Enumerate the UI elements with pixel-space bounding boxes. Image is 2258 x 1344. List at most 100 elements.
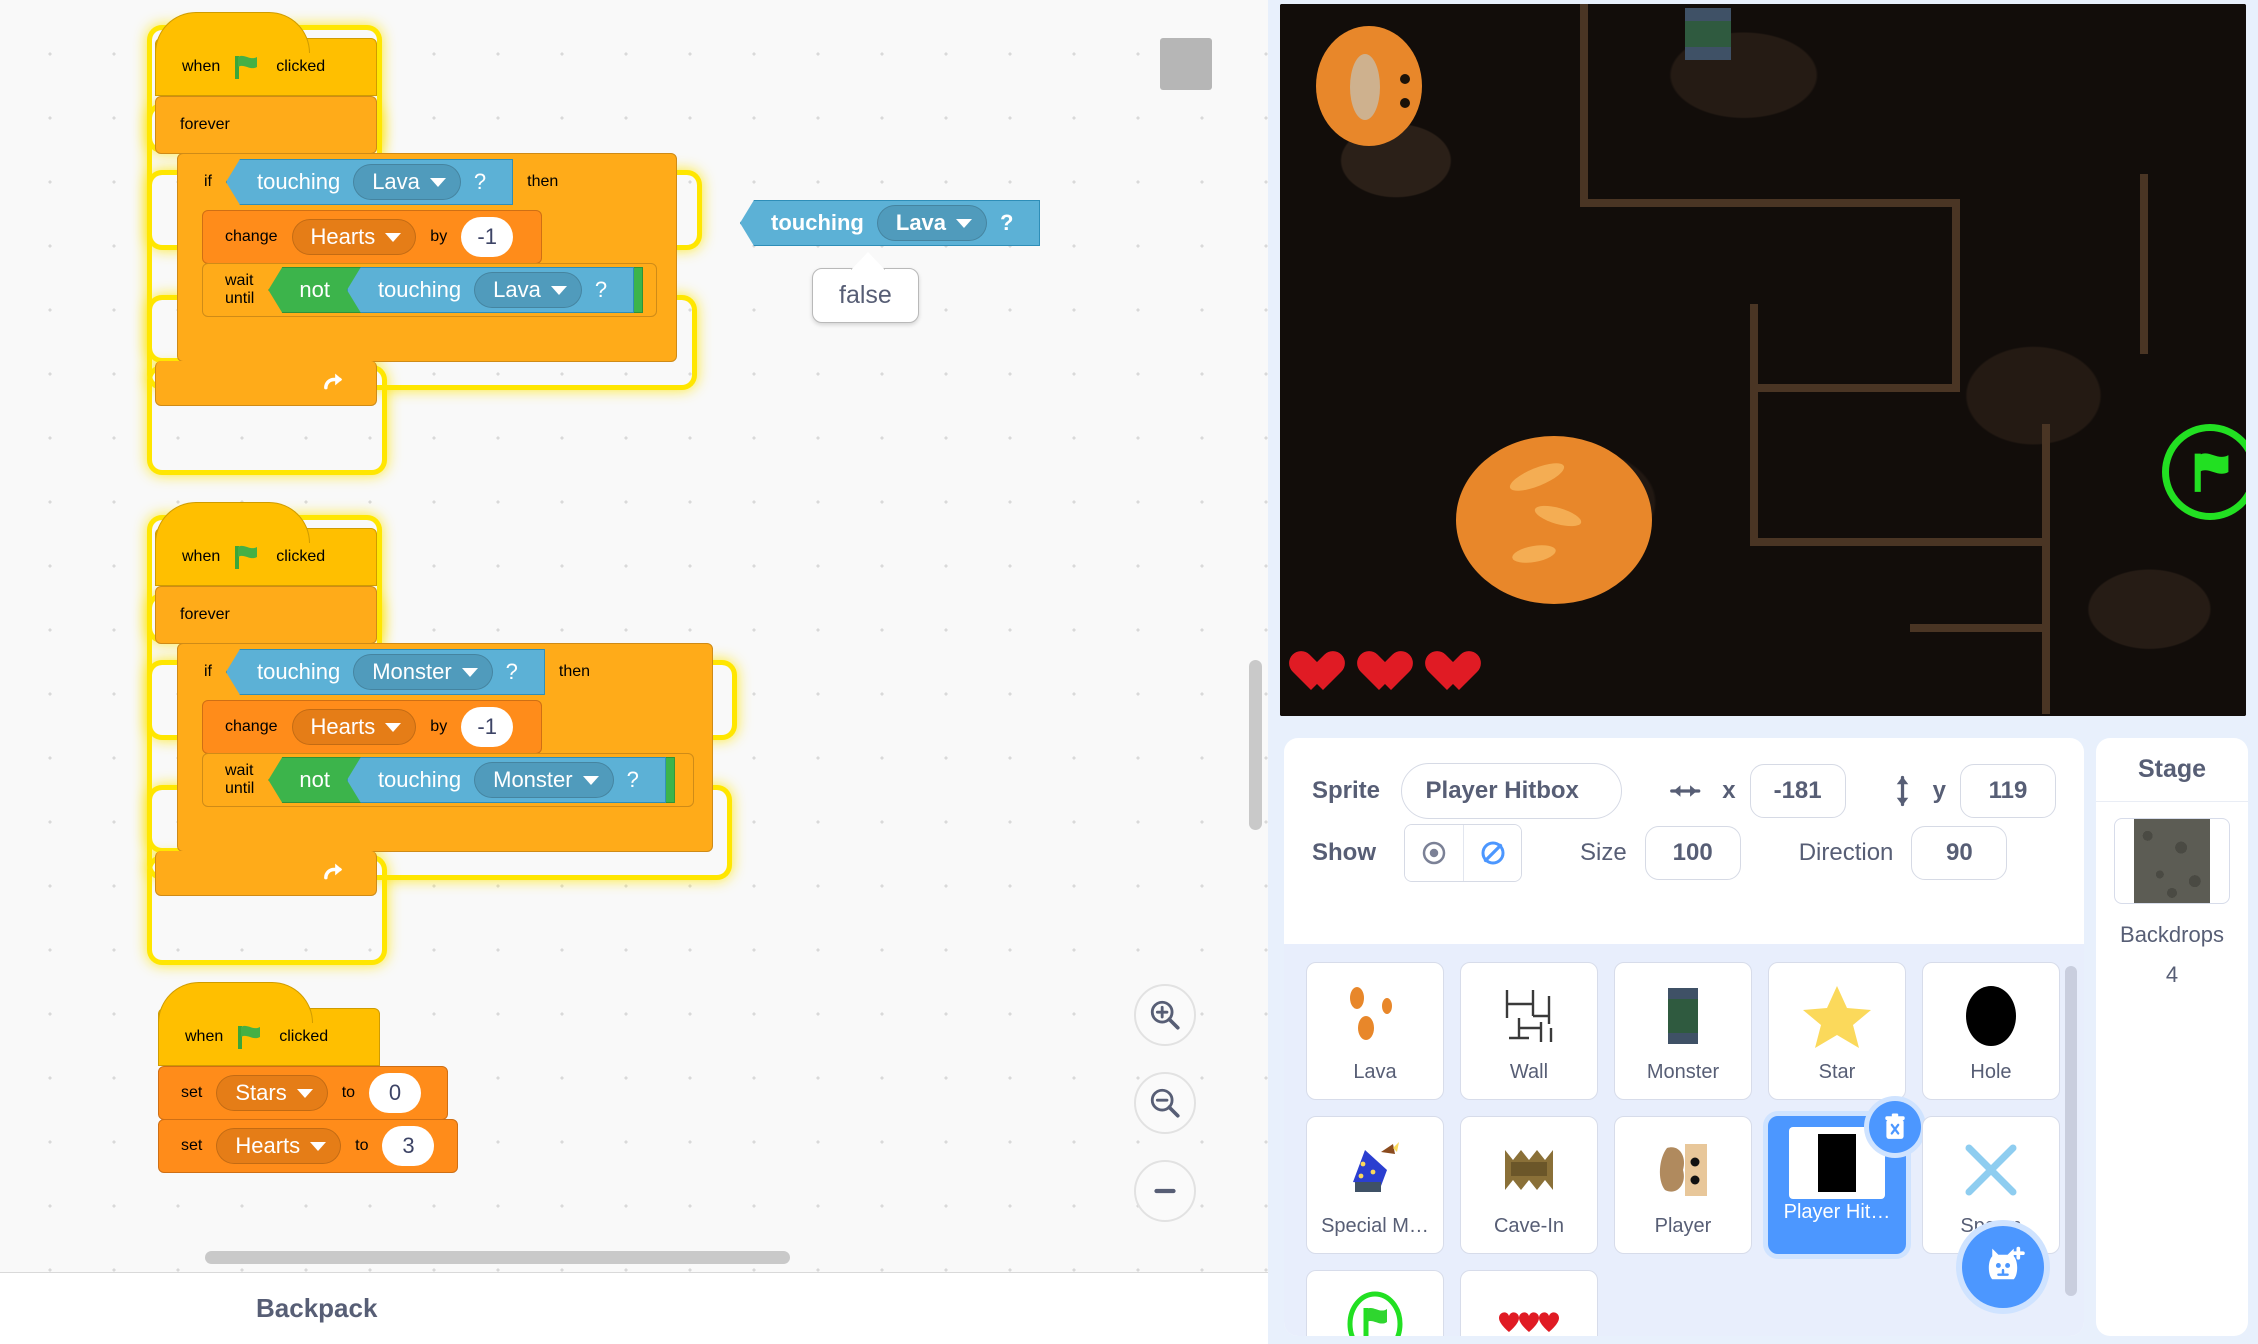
zoom-out-button[interactable] <box>1134 1072 1196 1134</box>
touching-label: touching <box>257 659 341 684</box>
floating-touching-block[interactable]: touching Lava ? false <box>740 200 1041 323</box>
touching-monster-condition-inner[interactable]: touching Monster ? <box>346 757 666 803</box>
if-then-block[interactable]: if touching Lava ? then change Hearts by… <box>177 153 677 362</box>
to-label: to <box>355 1137 369 1154</box>
sprite-name-value: Player Hitbox <box>1425 777 1579 804</box>
when-flag-clicked-block[interactable]: when clicked <box>155 502 377 586</box>
change-hearts-block[interactable]: change Hearts by -1 <box>202 210 542 264</box>
minus-icon <box>1154 1188 1176 1194</box>
code-workspace[interactable]: when clicked forever if touching Lava ? … <box>0 0 1268 1272</box>
when-flag-clicked-block[interactable]: when clicked <box>158 982 380 1066</box>
backdrops-label: Backdrops <box>2120 922 2224 947</box>
backpack-bar[interactable]: Backpack <box>0 1272 1268 1344</box>
forever-block[interactable]: forever <box>155 96 377 154</box>
stage-area <box>1276 0 2258 720</box>
direction-input[interactable]: 90 <box>1911 826 2008 880</box>
sprite-name-input[interactable]: Player Hitbox <box>1400 763 1622 819</box>
change-hearts-block[interactable]: change Hearts by -1 <box>202 700 542 754</box>
scratch-editor: when clicked forever if touching Lava ? … <box>0 0 2258 1344</box>
set-value-input[interactable]: 3 <box>382 1126 435 1166</box>
wait-until-block[interactable]: wait until not touching Lava ? <box>202 263 657 317</box>
add-sprite-button[interactable] <box>1962 1226 2044 1308</box>
set-stars-block[interactable]: set Stars to 0 <box>158 1066 448 1120</box>
green-flag-icon <box>235 545 258 569</box>
workspace-vertical-scrollbar[interactable] <box>1249 660 1262 830</box>
wait-until-block[interactable]: wait until not touching Monster ? <box>202 753 694 807</box>
backdrop-thumbnail[interactable] <box>2114 818 2230 904</box>
wall-segment <box>2042 424 2050 714</box>
not-operator[interactable]: not touching Monster ? <box>268 757 675 803</box>
sprite-item-lava[interactable]: Lava <box>1306 962 1444 1100</box>
eye-icon <box>1422 841 1446 865</box>
set-hearts-block[interactable]: set Hearts to 3 <box>158 1119 458 1173</box>
change-variable-value: Hearts <box>310 224 376 249</box>
set-label: set <box>181 1084 203 1101</box>
backdrop-image <box>2134 819 2210 903</box>
sprite-item-hole[interactable]: Hole <box>1922 962 2060 1100</box>
set-variable-dropdown[interactable]: Hearts <box>216 1128 342 1164</box>
magnifier-plus-icon <box>1150 1000 1180 1030</box>
forever-block[interactable]: forever <box>155 586 377 644</box>
touching-target-dropdown[interactable]: Lava <box>474 272 582 308</box>
set-value-input[interactable]: 0 <box>369 1073 422 1113</box>
zoom-reset-button[interactable] <box>1134 1160 1196 1222</box>
wall-segment <box>1952 199 1960 389</box>
sprite-item-three-hearts[interactable] <box>1460 1270 1598 1336</box>
x-input[interactable]: -181 <box>1749 764 1846 818</box>
stage-selector-panel[interactable]: Stage Backdrops 4 <box>2096 738 2248 1336</box>
sprite-item-player-hitbox[interactable]: Player Hit… <box>1768 1101 1921 1254</box>
zoom-in-button[interactable] <box>1134 984 1196 1046</box>
sprite-item-green-flag[interactable] <box>1306 1270 1444 1336</box>
sprite-list[interactable]: Lava Wall Monster Star Hole Special M… C… <box>1284 944 2084 1336</box>
show-button[interactable] <box>1405 825 1463 881</box>
script-monster[interactable]: when clicked forever if touching Monster… <box>155 502 713 896</box>
sprite-item-star[interactable]: Star <box>1768 962 1906 1100</box>
chevron-down-icon <box>385 722 402 732</box>
hide-button[interactable] <box>1463 825 1521 881</box>
stage-canvas[interactable] <box>1280 4 2246 716</box>
delete-sprite-button[interactable] <box>1869 1101 1921 1153</box>
show-hide-toggle[interactable] <box>1404 824 1522 882</box>
if-then-block[interactable]: if touching Monster ? then change Hearts… <box>177 643 713 852</box>
wall-segment <box>2140 174 2148 354</box>
green-flag-icon <box>235 55 258 79</box>
touching-target-dropdown[interactable]: Monster <box>474 762 614 798</box>
change-variable-dropdown[interactable]: Hearts <box>291 709 417 745</box>
workspace-horizontal-scrollbar[interactable] <box>205 1251 790 1264</box>
when-flag-clicked-block[interactable]: when clicked <box>155 12 377 96</box>
size-input[interactable]: 100 <box>1644 826 1741 880</box>
wait-until-label: wait until <box>225 762 255 797</box>
set-variable-value: Hearts <box>235 1133 301 1158</box>
lava-sprite[interactable] <box>1316 26 1422 146</box>
forever-foot <box>155 361 377 406</box>
if-block-foot <box>178 807 712 851</box>
heart-icon <box>1436 652 1482 694</box>
sprite-item-wall[interactable]: Wall <box>1460 962 1598 1100</box>
touching-label: touching <box>377 767 462 792</box>
set-variable-dropdown[interactable]: Stars <box>216 1075 328 1111</box>
sprite-item-player[interactable]: Player <box>1614 1116 1752 1254</box>
lava-sprite[interactable] <box>1456 436 1652 604</box>
sprite-item-monster[interactable]: Monster <box>1614 962 1752 1100</box>
touching-lava-reporter[interactable]: touching Lava ? <box>740 200 1041 246</box>
touching-lava-condition-inner[interactable]: touching Lava ? <box>346 267 635 313</box>
x-value: -181 <box>1773 777 1822 804</box>
sprite-list-scrollbar[interactable] <box>2065 966 2077 1296</box>
when-label: when <box>185 1028 224 1045</box>
change-amount-input[interactable]: -1 <box>461 707 514 747</box>
not-operator[interactable]: not touching Lava ? <box>268 267 644 313</box>
touching-monster-condition[interactable]: touching Monster ? <box>226 649 545 695</box>
script-lava[interactable]: when clicked forever if touching Lava ? … <box>155 12 677 406</box>
touching-target-dropdown[interactable]: Lava <box>876 205 988 241</box>
change-variable-dropdown[interactable]: Hearts <box>291 219 417 255</box>
touching-target-dropdown[interactable]: Monster <box>353 654 493 690</box>
sprite-item-cave-in[interactable]: Cave-In <box>1460 1116 1598 1254</box>
green-flag-icon <box>238 1025 261 1049</box>
touching-target-dropdown[interactable]: Lava <box>353 164 461 200</box>
sprite-item-special-m[interactable]: Special M… <box>1306 1116 1444 1254</box>
y-input[interactable]: 119 <box>1960 764 2056 818</box>
touching-lava-condition[interactable]: touching Lava ? <box>226 159 514 205</box>
change-amount-input[interactable]: -1 <box>461 217 514 257</box>
monster-sprite[interactable] <box>1685 8 1731 60</box>
script-init[interactable]: when clicked set Stars to 0 set Hearts t… <box>158 982 458 1173</box>
